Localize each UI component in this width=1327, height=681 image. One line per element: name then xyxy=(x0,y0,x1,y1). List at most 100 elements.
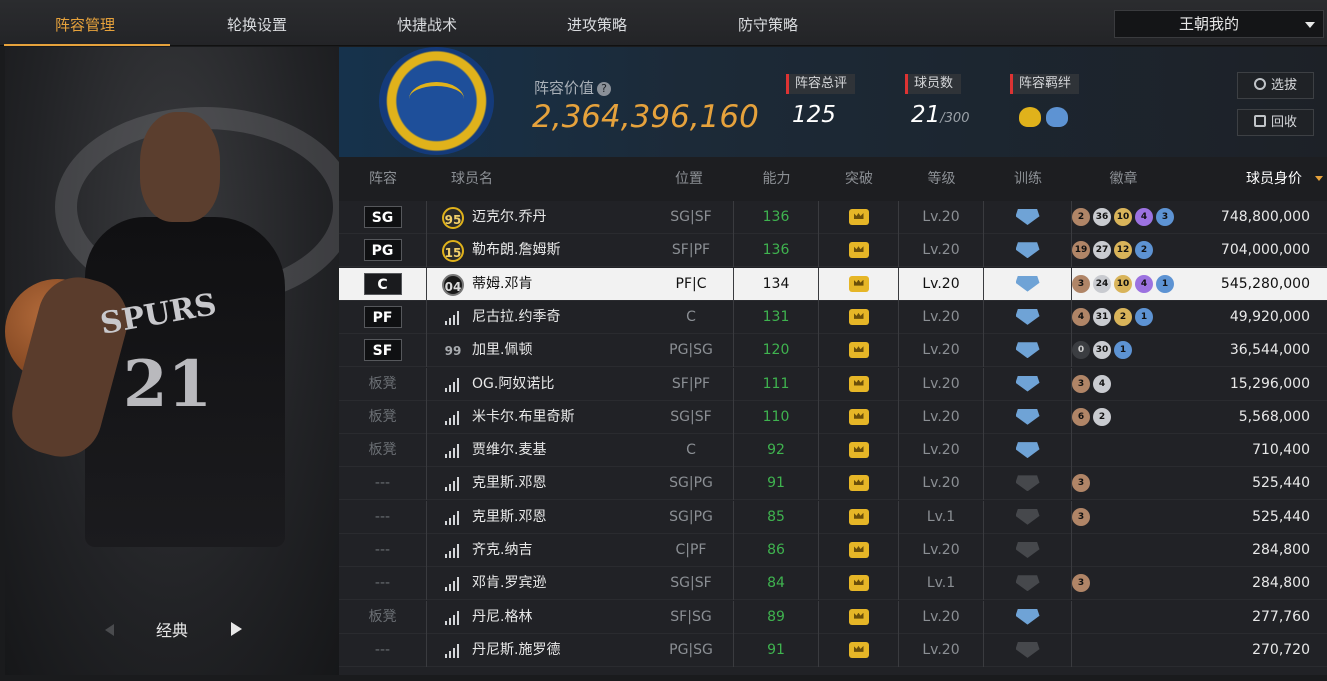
table-row[interactable]: --- 克里斯.邓恩 SG|PG 91 Lv.20 3 525,440 xyxy=(339,467,1327,501)
badge-chip[interactable]: 2 xyxy=(1093,407,1111,426)
slot-cell[interactable]: 板凳 xyxy=(339,400,427,434)
training-cell[interactable] xyxy=(984,633,1072,667)
table-row[interactable]: 板凳 OG.阿奴诺比 SF|PF 111 Lv.20 34 15,296,000 xyxy=(339,367,1327,401)
slot-cell[interactable]: --- xyxy=(339,500,427,534)
training-icon[interactable] xyxy=(1015,308,1040,325)
team-selector[interactable]: 王朝我的 xyxy=(1114,10,1324,38)
slot-cell[interactable]: --- xyxy=(339,467,427,501)
table-row[interactable]: C 04 蒂姆.邓肯 PF|C 134 Lv.20 3 24 10 4 1 545,28… xyxy=(339,267,1327,301)
training-cell[interactable] xyxy=(984,234,1072,268)
badge-chip[interactable]: 6 xyxy=(1072,407,1090,426)
badge-chip[interactable]: 2 xyxy=(1072,208,1090,226)
badge-chip[interactable]: 2 xyxy=(1135,241,1153,260)
badge-chip[interactable]: 27 xyxy=(1093,241,1111,260)
training-icon[interactable] xyxy=(1015,375,1040,392)
crown-icon[interactable] xyxy=(848,209,869,225)
badge-chip[interactable]: 10 xyxy=(1114,274,1132,293)
player-name[interactable]: 迈克尔.乔丹 xyxy=(472,201,546,234)
crown-icon[interactable] xyxy=(848,641,869,658)
table-row[interactable]: --- 克里斯.邓恩 SG|PG 85 Lv.1 3 525,440 xyxy=(339,500,1327,534)
crown-icon[interactable] xyxy=(848,542,869,558)
player-name[interactable]: 贾维尔.麦基 xyxy=(472,434,546,467)
breakthrough-cell[interactable] xyxy=(819,267,899,301)
training-cell[interactable] xyxy=(984,201,1072,234)
col-badges[interactable]: 徽章 xyxy=(1072,157,1175,201)
next-style-icon[interactable] xyxy=(231,622,242,636)
breakthrough-cell[interactable] xyxy=(819,300,899,334)
col-slot[interactable]: 阵容 xyxy=(339,157,427,201)
col-position[interactable]: 位置 xyxy=(649,157,729,201)
col-ability[interactable]: 能力 xyxy=(734,157,819,201)
player-name[interactable]: OG.阿奴诺比 xyxy=(472,368,554,401)
breakthrough-cell[interactable] xyxy=(819,567,899,601)
table-row[interactable]: 板凳 贾维尔.麦基 C 92 Lv.20 710,400 xyxy=(339,434,1327,468)
training-icon[interactable] xyxy=(1015,542,1040,558)
training-icon[interactable] xyxy=(1015,641,1040,658)
select-button[interactable]: 选拔 xyxy=(1237,72,1314,99)
crown-icon[interactable] xyxy=(848,242,869,259)
table-row[interactable]: 板凳 丹尼.格林 SF|SG 89 Lv.20 277,760 xyxy=(339,600,1327,634)
crown-icon[interactable] xyxy=(848,408,869,425)
recycle-button[interactable]: 回收 xyxy=(1237,109,1314,136)
table-row[interactable]: SF 99 加里.佩顿 PG|SG 120 Lv.20 0 30 1 36,544,… xyxy=(339,334,1327,368)
training-cell[interactable] xyxy=(984,434,1072,468)
breakthrough-cell[interactable] xyxy=(819,500,899,534)
badge-chip[interactable]: 19 xyxy=(1072,241,1090,260)
crown-icon[interactable] xyxy=(848,308,869,325)
table-row[interactable]: PF 尼古拉.约季奇 C 131 Lv.20 4 31 2 1 49,920,000 xyxy=(339,300,1327,334)
table-row[interactable]: PG 15 勒布朗.詹姆斯 SF|PF 136 Lv.20 19 27 12 2 70… xyxy=(339,234,1327,268)
breakthrough-cell[interactable] xyxy=(819,434,899,468)
training-cell[interactable] xyxy=(984,567,1072,601)
slot-cell[interactable]: --- xyxy=(339,633,427,667)
breakthrough-cell[interactable] xyxy=(819,400,899,434)
slot-cell[interactable]: --- xyxy=(339,534,427,567)
crown-icon[interactable] xyxy=(848,608,869,625)
training-cell[interactable] xyxy=(984,334,1072,368)
badge-chip[interactable]: 10 xyxy=(1114,208,1132,226)
crown-icon[interactable] xyxy=(848,342,869,359)
badge-chip[interactable]: 4 xyxy=(1135,274,1153,293)
badge-chip[interactable]: 2 xyxy=(1114,307,1132,326)
slot-cell[interactable]: 板凳 xyxy=(339,367,427,401)
crown-icon[interactable] xyxy=(848,575,869,592)
training-icon[interactable] xyxy=(1015,209,1040,225)
training-icon[interactable] xyxy=(1015,608,1040,625)
crown-icon[interactable] xyxy=(848,475,869,492)
player-name[interactable]: 齐克.纳吉 xyxy=(472,534,532,567)
bond-gold-icon[interactable] xyxy=(1019,107,1041,127)
crown-icon[interactable] xyxy=(848,275,869,292)
training-icon[interactable] xyxy=(1015,242,1040,259)
col-name[interactable]: 球员名 xyxy=(442,157,502,201)
col-level[interactable]: 等级 xyxy=(899,157,984,201)
slot-cell[interactable]: PG xyxy=(339,234,427,268)
crown-icon[interactable] xyxy=(848,375,869,392)
training-cell[interactable] xyxy=(984,300,1072,334)
breakthrough-cell[interactable] xyxy=(819,633,899,667)
training-icon[interactable] xyxy=(1015,475,1040,492)
tab-rotation[interactable]: 轮换设置 xyxy=(172,0,342,46)
slot-cell[interactable]: 板凳 xyxy=(339,434,427,468)
training-cell[interactable] xyxy=(984,467,1072,501)
training-icon[interactable] xyxy=(1015,508,1040,525)
player-name[interactable]: 加里.佩顿 xyxy=(472,334,532,367)
slot-cell[interactable]: --- xyxy=(339,567,427,601)
player-name[interactable]: 丹尼斯.施罗德 xyxy=(472,634,560,667)
training-cell[interactable] xyxy=(984,400,1072,434)
player-name[interactable]: 米卡尔.布里奇斯 xyxy=(472,401,574,434)
crown-icon[interactable] xyxy=(848,508,869,525)
player-name[interactable]: 尼古拉.约季奇 xyxy=(472,301,560,334)
breakthrough-cell[interactable] xyxy=(819,467,899,501)
tab-defense[interactable]: 防守策略 xyxy=(683,0,853,46)
crown-icon[interactable] xyxy=(848,442,869,459)
table-row[interactable]: --- 丹尼斯.施罗德 PG|SG 91 Lv.20 270,720 xyxy=(339,633,1327,667)
training-icon[interactable] xyxy=(1015,575,1040,592)
training-cell[interactable] xyxy=(984,600,1072,634)
training-icon[interactable] xyxy=(1015,442,1040,459)
badge-chip[interactable]: 3 xyxy=(1072,374,1090,393)
breakthrough-cell[interactable] xyxy=(819,600,899,634)
player-name[interactable]: 勒布朗.詹姆斯 xyxy=(472,234,560,267)
badge-chip[interactable]: 3 xyxy=(1072,474,1090,493)
badge-chip[interactable]: 12 xyxy=(1114,241,1132,260)
player-name[interactable]: 邓肯.罗宾逊 xyxy=(472,567,546,600)
help-icon[interactable]: ? xyxy=(597,82,612,96)
